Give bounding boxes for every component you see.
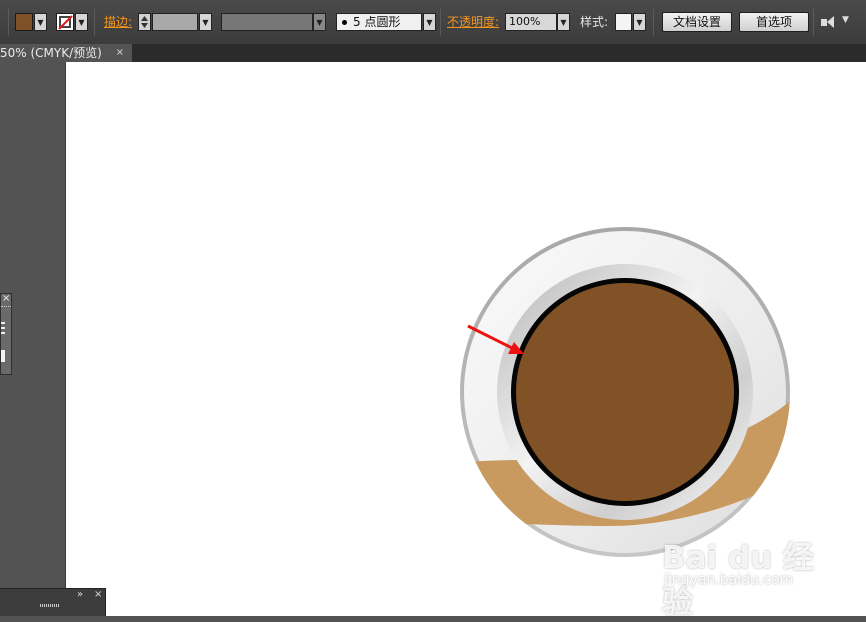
coffee-cup-artwork[interactable] xyxy=(0,0,866,616)
baidu-watermark: Bai du 经验 jingyan.baidu.com xyxy=(662,532,832,621)
collapsed-panel[interactable]: » × xyxy=(0,588,106,616)
close-icon[interactable]: × xyxy=(94,589,102,600)
coffee-surface[interactable] xyxy=(516,283,734,501)
watermark-site: jingyan.baidu.com xyxy=(664,572,794,588)
expand-icon[interactable]: » xyxy=(77,589,83,600)
panel-grip[interactable] xyxy=(40,604,60,607)
